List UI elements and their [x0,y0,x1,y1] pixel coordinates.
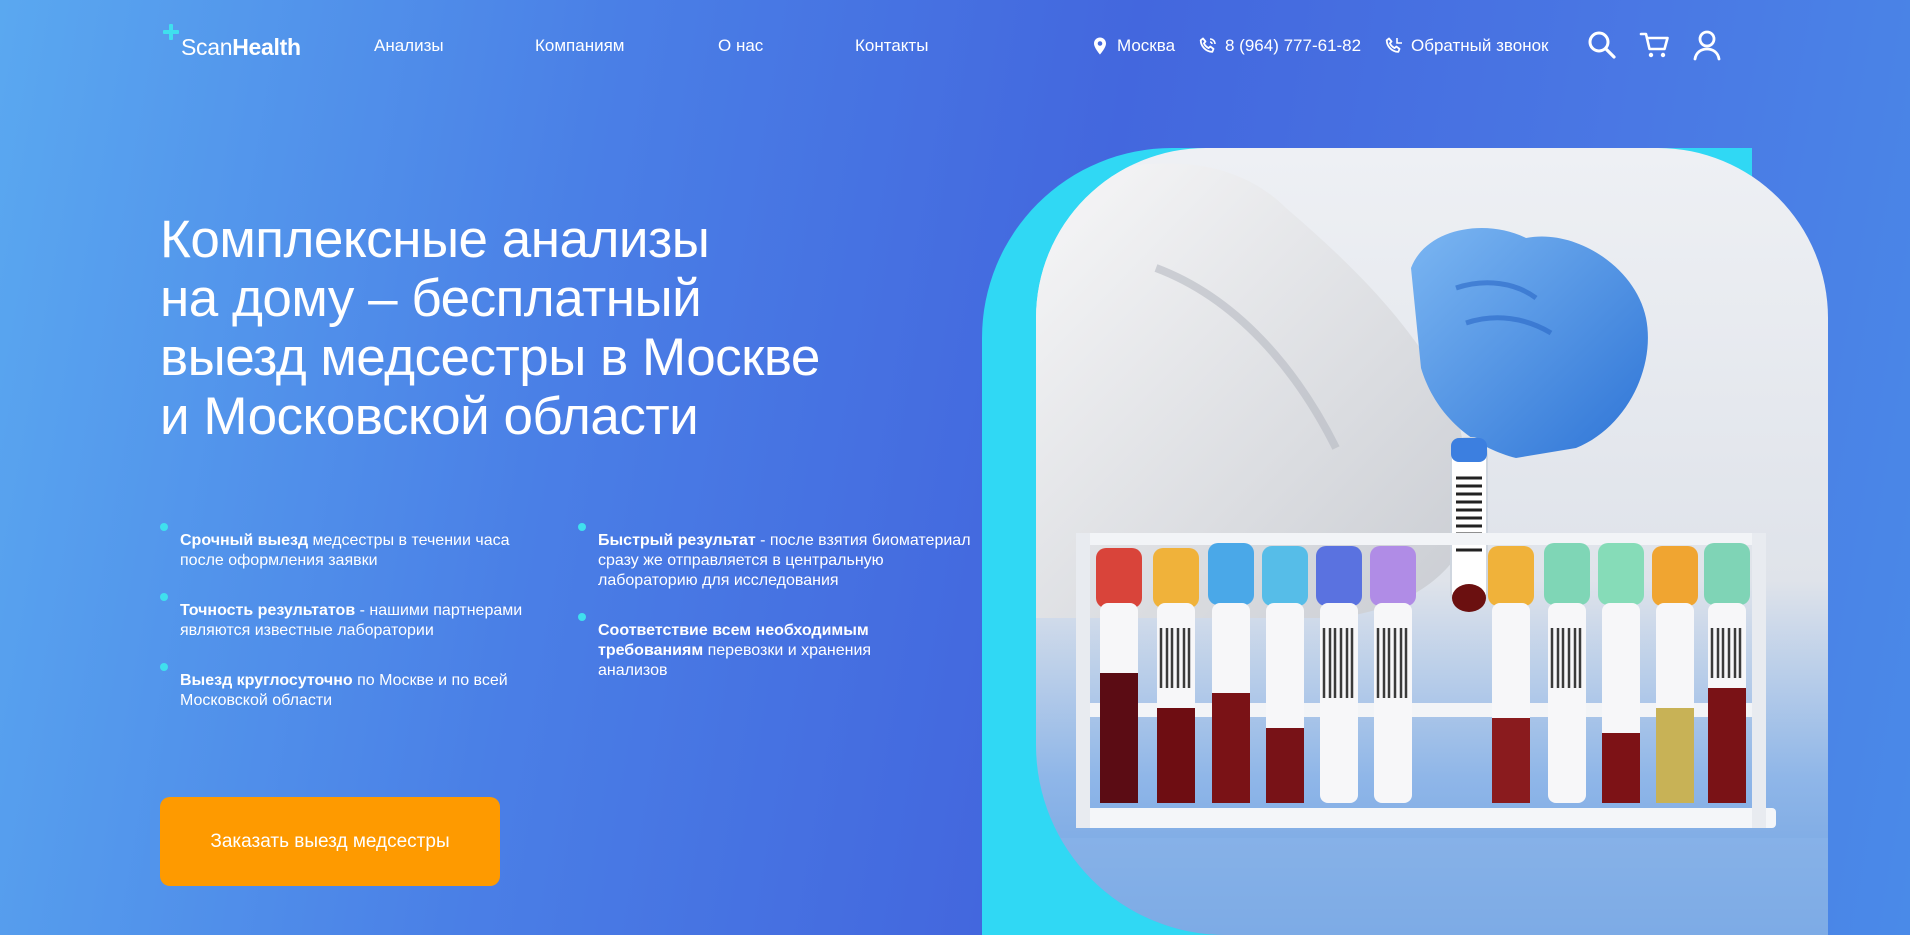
city-label: Москва [1117,36,1176,55]
location-pin-icon [1094,37,1106,55]
bullet-dot-icon [160,663,168,671]
hero-title-line: на дому – бесплатный [160,269,702,328]
feature-bold: Выезд круглосуточно [180,672,353,689]
lab-test-tubes-photo [1036,148,1828,935]
hero-title-line: и Московской области [160,387,699,446]
logo-health-text: Health [232,34,301,60]
bullet-dot-icon [578,523,586,531]
search-icon[interactable] [1586,29,1618,61]
hero-title-line: Комплексные анализы [160,210,710,269]
bullet-dot-icon [160,593,168,601]
order-nurse-button[interactable]: Заказать выезд медсестры [160,797,500,886]
nav-item-about[interactable]: О нас [718,36,763,56]
test-tubes-illustration [1036,163,1828,935]
phone-icon [1199,37,1216,53]
feature-item: Выезд круглосуточно по Москве и по всей … [160,663,550,711]
cart-icon[interactable] [1639,29,1671,61]
nav-item-companies[interactable]: Компаниям [535,36,624,56]
callback-phone-icon [1385,37,1402,53]
callback-label: Обратный звонок [1411,36,1549,55]
bullet-dot-icon [578,613,586,621]
site-header: Scan Health Анализы Компаниям О нас Конта… [0,0,1910,92]
feature-bold: Точность результатов [180,602,356,619]
logo-scan-text: Scan [181,34,233,60]
feature-item: Соответствие всем необходимым требования… [578,613,918,681]
feature-item: Точность результатов - нашими партнерами… [160,593,550,641]
phone-link[interactable]: 8 (964) 777-61-82 [1198,36,1361,56]
nav-item-analyses[interactable]: Анализы [374,36,444,56]
feature-bold: Срочный выезд [180,532,309,549]
logo[interactable]: Scan Health [163,24,301,61]
user-icon[interactable] [1691,29,1723,61]
hero-title: Комплексные анализы на дому – бесплатный… [160,210,920,446]
feature-item: Быстрый результат - после взятия биомате… [578,523,978,591]
city-selector[interactable]: Москва [1090,36,1175,56]
nav-item-contacts[interactable]: Контакты [855,36,928,56]
feature-bold: Быстрый результат [598,532,756,549]
hero-title-line: выезд медсестры в Москве [160,328,820,387]
feature-item: Срочный выезд медсестры в течении часа п… [160,523,550,571]
plus-icon [163,24,179,40]
callback-link[interactable]: Обратный звонок [1384,36,1548,56]
phone-number: 8 (964) 777-61-82 [1225,36,1362,55]
bullet-dot-icon [160,523,168,531]
